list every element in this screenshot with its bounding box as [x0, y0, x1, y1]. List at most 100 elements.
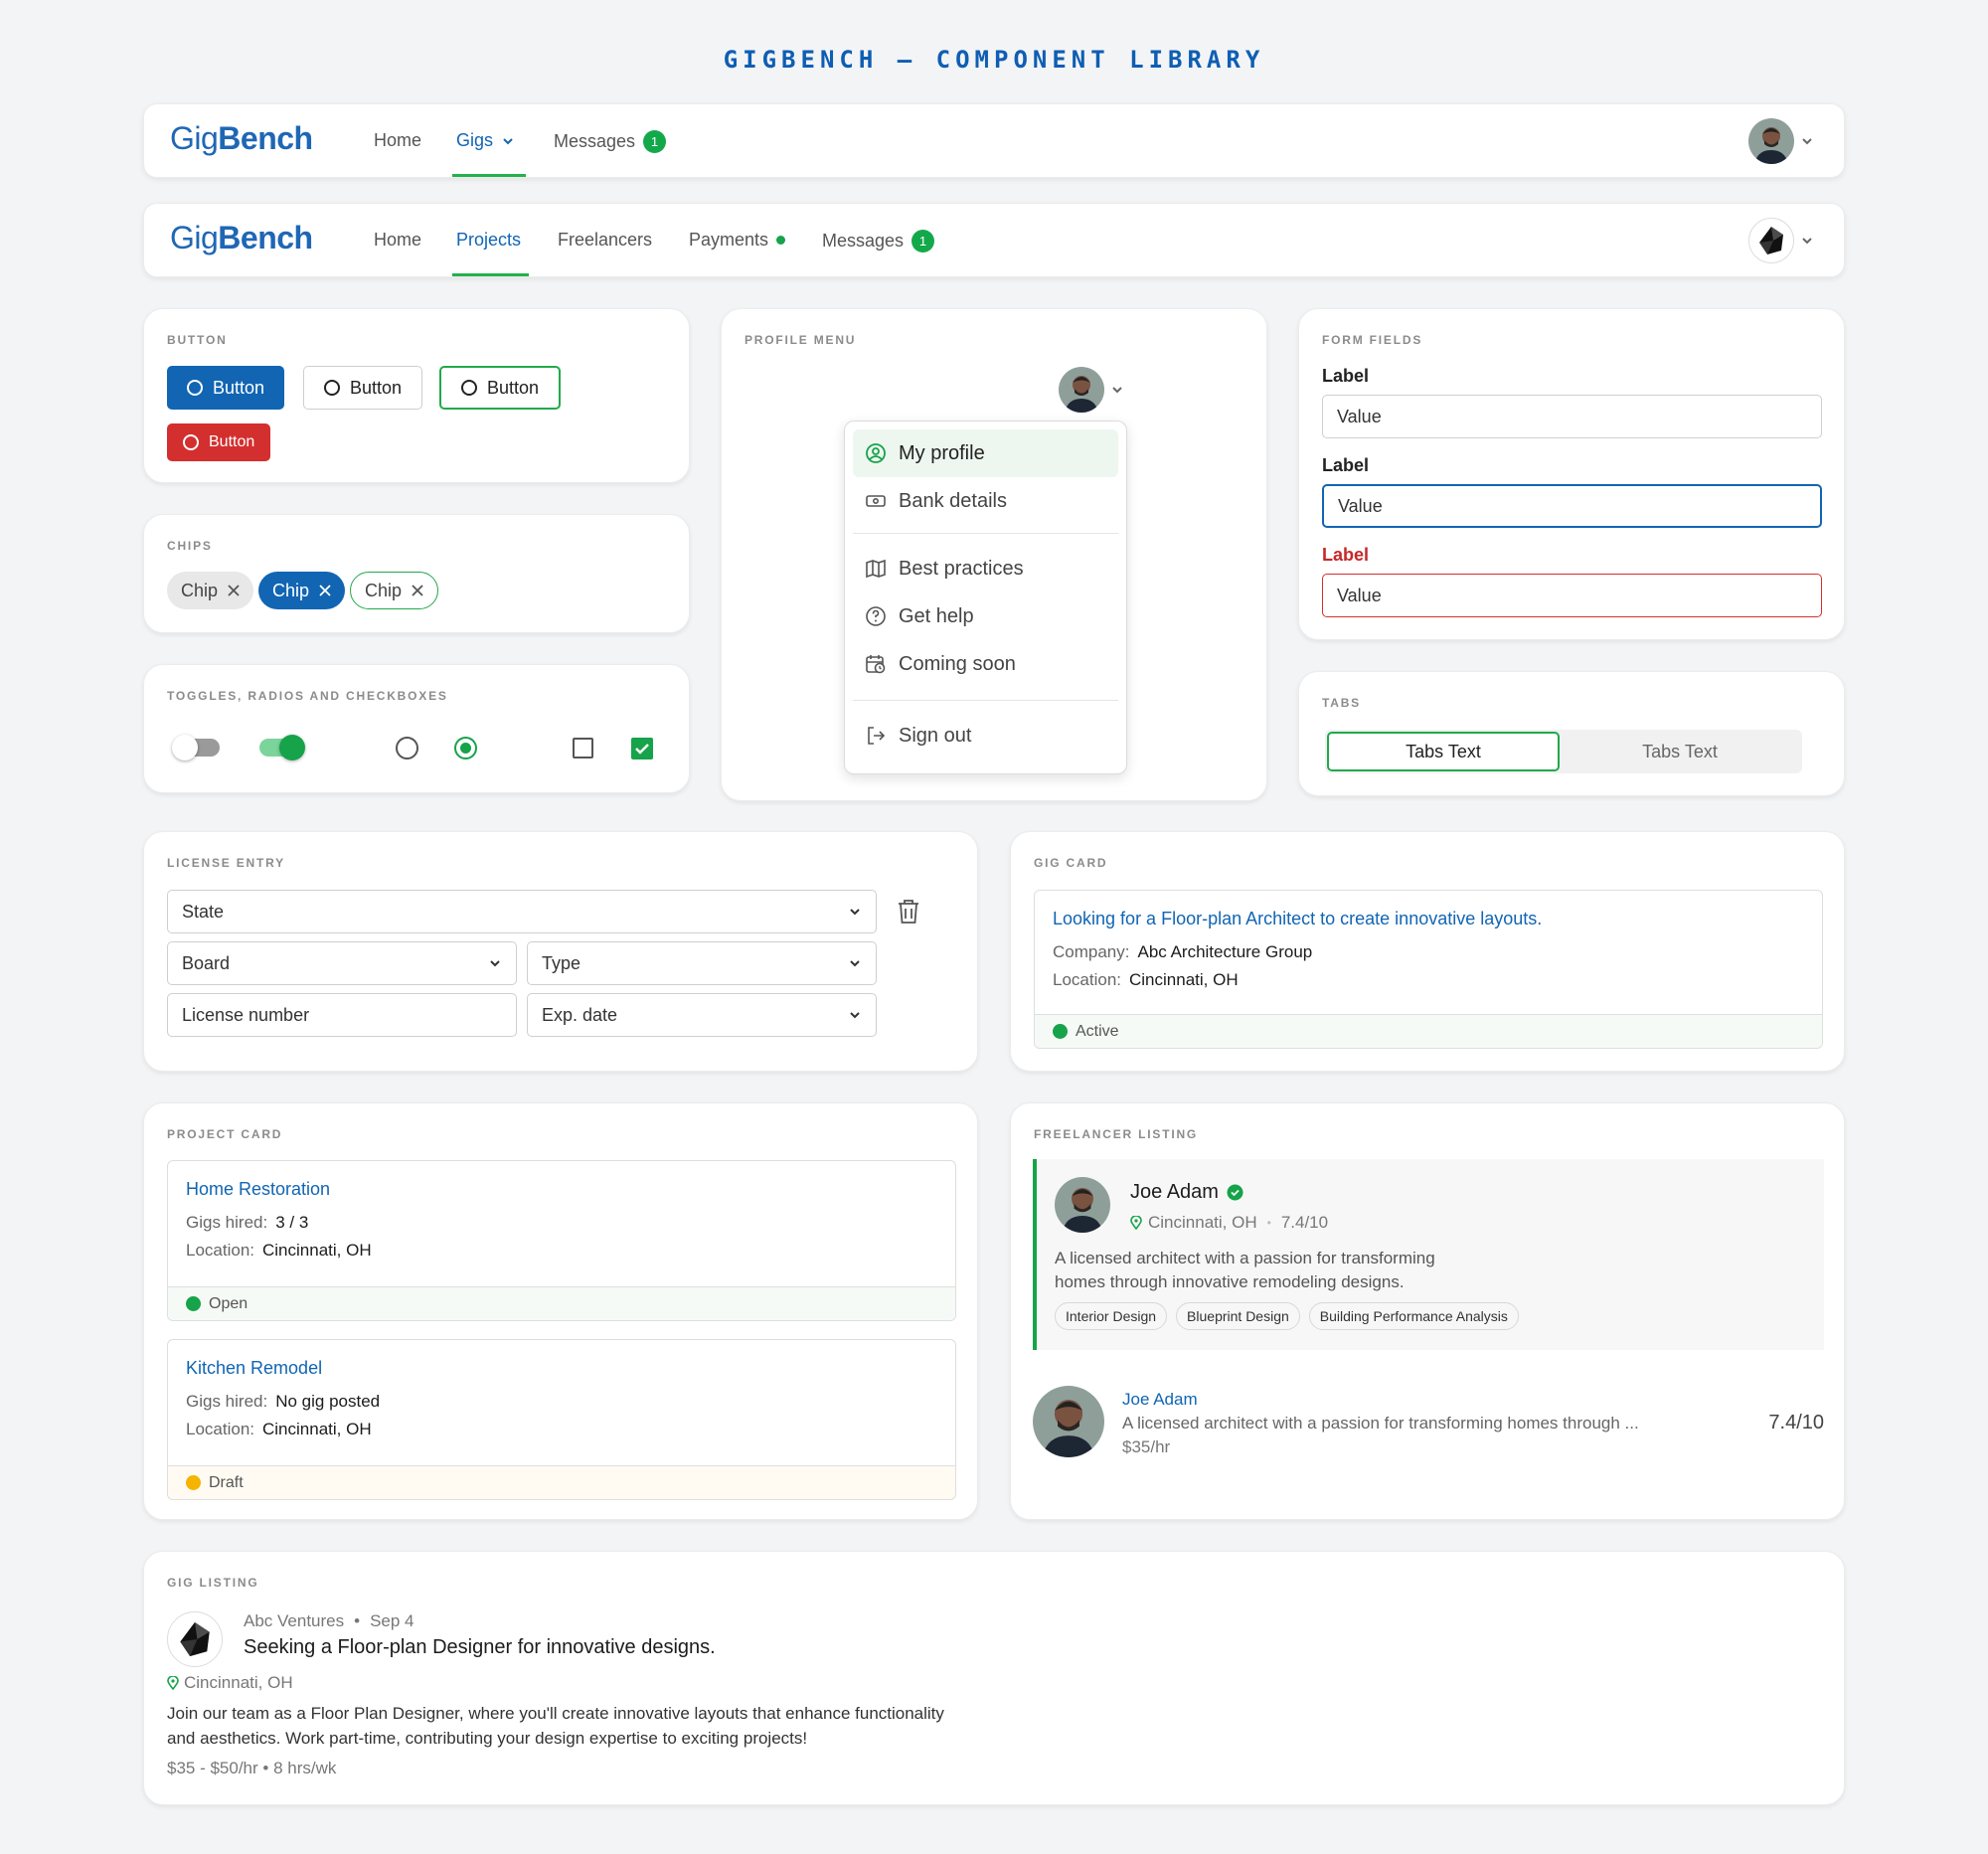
project-gigs-hired: Gigs hired: 3 / 3: [186, 1213, 309, 1232]
chevron-down-icon[interactable]: [1800, 134, 1814, 148]
status-badge: Active: [1035, 1014, 1822, 1048]
exp-date-select[interactable]: Exp. date: [527, 993, 877, 1037]
board-select[interactable]: Board: [167, 941, 517, 985]
type-select[interactable]: Type: [527, 941, 877, 985]
project-card[interactable]: Home Restoration Gigs hired: 3 / 3 Locati…: [167, 1160, 956, 1321]
chevron-down-icon: [490, 960, 500, 967]
circle-icon: [187, 380, 203, 396]
section-label: PROJECT CARD: [167, 1127, 283, 1141]
primary-button[interactable]: Button: [167, 366, 285, 410]
form-fields-section: FORM FIELDS Label Value Label Value Labe…: [1298, 308, 1845, 640]
navbar-primary: GigBench Home Gigs Messages 1: [143, 103, 1845, 178]
freelancer-name[interactable]: Joe Adam: [1130, 1181, 1243, 1204]
status-dot: [186, 1296, 201, 1311]
freelancer-bio: A licensed architect with a passion for …: [1122, 1414, 1639, 1433]
freelancer-meta: Cincinnati, OH • 7.4/10: [1130, 1213, 1328, 1233]
project-card[interactable]: Kitchen Remodel Gigs hired: No gig posted…: [167, 1339, 956, 1500]
checkbox-checked[interactable]: [631, 738, 653, 759]
checkbox-unchecked[interactable]: [573, 738, 593, 758]
status-dot: [1053, 1024, 1068, 1039]
close-icon[interactable]: [228, 585, 240, 596]
radio-unchecked[interactable]: [396, 737, 418, 759]
tab-inactive[interactable]: Tabs Text: [1564, 732, 1796, 771]
outline-button[interactable]: Button: [439, 366, 562, 410]
menu-divider: [853, 533, 1118, 534]
circle-icon: [183, 434, 199, 450]
nav-payments[interactable]: Payments: [689, 230, 786, 251]
nav-freelancers[interactable]: Freelancers: [558, 230, 652, 251]
messages-badge: 1: [643, 130, 667, 153]
project-title[interactable]: Kitchen Remodel: [186, 1358, 322, 1379]
text-field-error[interactable]: Value: [1322, 574, 1822, 617]
chip-selected[interactable]: Chip: [258, 572, 346, 609]
menu-divider: [853, 700, 1118, 701]
project-location: Location: Cincinnati, OH: [186, 1241, 372, 1260]
nav-messages[interactable]: Messages 1: [822, 230, 935, 253]
gig-title[interactable]: Looking for a Floor-plan Architect to cr…: [1053, 909, 1542, 929]
menu-item-bank-details[interactable]: Bank details: [853, 477, 1118, 525]
trash-icon[interactable]: [896, 898, 921, 926]
section-label: PROFILE MENU: [745, 333, 857, 347]
secondary-button[interactable]: Button: [303, 366, 423, 410]
user-avatar[interactable]: [1748, 118, 1794, 164]
chevron-down-icon[interactable]: [1800, 234, 1814, 248]
gigbench-logo[interactable]: GigBench: [170, 220, 313, 256]
nav-projects[interactable]: Projects: [456, 230, 521, 251]
section-label: TABS: [1322, 696, 1361, 710]
nav-home[interactable]: Home: [374, 130, 421, 151]
company-logo[interactable]: [167, 1611, 223, 1667]
project-title[interactable]: Home Restoration: [186, 1179, 330, 1200]
text-field-focused[interactable]: Value: [1322, 484, 1822, 528]
skill-tag: Building Performance Analysis: [1308, 1302, 1519, 1330]
radio-checked[interactable]: [454, 737, 477, 759]
company-avatar[interactable]: [1748, 218, 1794, 263]
tab-bar: Tabs Text Tabs Text: [1325, 730, 1802, 773]
gig-card[interactable]: Looking for a Floor-plan Architect to cr…: [1034, 890, 1823, 1049]
toggle-off[interactable]: [172, 735, 220, 760]
danger-button[interactable]: Button: [167, 423, 271, 461]
freelancer-card-compact[interactable]: Joe Adam A licensed architect with a pas…: [1033, 1384, 1824, 1463]
gig-company: Company: Abc Architecture Group: [1053, 942, 1313, 961]
toggles-section: TOGGLES, RADIOS AND CHECKBOXES: [143, 664, 690, 793]
section-label: GIG CARD: [1034, 856, 1108, 870]
section-label: CHIPS: [167, 539, 213, 553]
freelancer-bio: A licensed architect with a passion for …: [1055, 1249, 1435, 1291]
chevron-down-icon: [850, 960, 860, 967]
gig-company-date: Abc Ventures • Sep 4: [244, 1611, 414, 1630]
nav-gigs[interactable]: Gigs: [456, 130, 515, 151]
gig-title[interactable]: Seeking a Floor-plan Designer for innova…: [244, 1636, 716, 1659]
text-field-default[interactable]: Value: [1322, 395, 1822, 438]
menu-item-get-help[interactable]: Get help: [853, 592, 1118, 640]
toggle-on[interactable]: [259, 735, 305, 760]
menu-item-my-profile[interactable]: My profile: [853, 429, 1118, 477]
help-circle-icon: [866, 606, 886, 626]
chip-outline[interactable]: Chip: [350, 572, 439, 609]
gigbench-logo[interactable]: GigBench: [170, 120, 313, 157]
freelancer-name[interactable]: Joe Adam: [1122, 1390, 1198, 1410]
field-label-error: Label: [1322, 545, 1370, 565]
chip-neutral[interactable]: Chip: [167, 572, 254, 609]
navbar-secondary: GigBench Home Projects Freelancers Payme…: [143, 203, 1845, 277]
close-icon[interactable]: [412, 585, 423, 596]
menu-item-sign-out[interactable]: Sign out: [853, 712, 1118, 759]
freelancer-card-expanded[interactable]: Joe Adam Cincinnati, OH • 7.4/10 A license…: [1033, 1159, 1824, 1350]
nav-messages[interactable]: Messages 1: [554, 130, 667, 153]
status-dot: [186, 1475, 201, 1490]
close-icon[interactable]: [319, 585, 331, 596]
chevron-down-icon[interactable]: [1110, 383, 1124, 397]
tab-active[interactable]: Tabs Text: [1327, 732, 1560, 771]
nav-home[interactable]: Home: [374, 230, 421, 251]
gig-card-section: GIG CARD Looking for a Floor-plan Archit…: [1010, 831, 1845, 1072]
user-avatar[interactable]: [1059, 367, 1104, 413]
chevron-down-icon: [503, 137, 513, 144]
gig-rate-hours: $35 - $50/hr • 8 hrs/wk: [167, 1759, 337, 1777]
menu-item-coming-soon[interactable]: Coming soon: [853, 640, 1118, 688]
menu-item-best-practices[interactable]: Best practices: [853, 545, 1118, 592]
state-select[interactable]: State: [167, 890, 877, 933]
license-number-input[interactable]: License number: [167, 993, 517, 1037]
gig-listing-section: GIG LISTING Abc Ventures • Sep 4 Seeking a…: [143, 1551, 1845, 1805]
field-label: Label: [1322, 455, 1370, 475]
freelancer-avatar: [1033, 1386, 1104, 1457]
tabs-section: TABS Tabs Text Tabs Text: [1298, 671, 1845, 796]
profile-menu-section: PROFILE MENU My profile Bank details Bes…: [721, 308, 1267, 801]
